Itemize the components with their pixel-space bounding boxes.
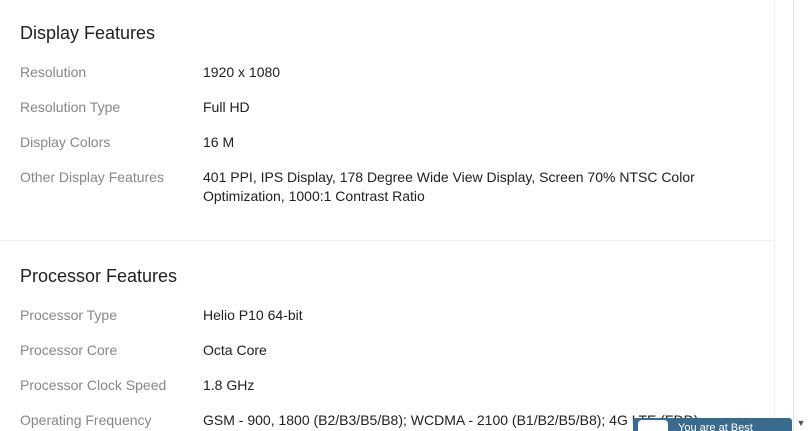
notice-text: You are at Best bbox=[678, 422, 753, 431]
spec-label-processor-core: Processor Core bbox=[20, 342, 118, 358]
spec-value-other-display-features: 401 PPI, IPS Display, 178 Degree Wide Vi… bbox=[203, 169, 695, 204]
section-title-display-features: Display Features bbox=[20, 23, 156, 43]
product-spec-page: Display Features Resolution 1920 x 1080 … bbox=[0, 0, 809, 431]
spec-value-resolution-type: Full HD bbox=[203, 99, 250, 115]
spec-label-processor-type: Processor Type bbox=[20, 307, 118, 323]
chevron-down-icon[interactable]: ▼ bbox=[793, 416, 809, 431]
spec-value-processor-type: Helio P10 64-bit bbox=[203, 307, 303, 323]
spec-label-display-colors: Display Colors bbox=[20, 134, 111, 150]
spec-label-operating-frequency: Operating Frequency bbox=[20, 412, 152, 428]
spec-value-processor-core: Octa Core bbox=[203, 342, 267, 358]
spec-value-display-colors: 16 M bbox=[203, 134, 235, 150]
spec-label-resolution-type: Resolution Type bbox=[20, 99, 121, 115]
spec-label-resolution: Resolution bbox=[20, 64, 87, 80]
page-scrollbar[interactable] bbox=[793, 0, 809, 431]
spec-label-processor-clock-speed: Processor Clock Speed bbox=[20, 377, 167, 393]
section-divider bbox=[0, 240, 775, 241]
notice-banner[interactable]: You are at Best bbox=[633, 418, 792, 431]
section-title-processor-features: Processor Features bbox=[20, 266, 178, 286]
specifications-panel: Display Features Resolution 1920 x 1080 … bbox=[0, 0, 775, 431]
spec-value-resolution: 1920 x 1080 bbox=[203, 64, 281, 80]
chat-icon bbox=[638, 420, 668, 431]
spec-value-processor-clock-speed: 1.8 GHz bbox=[203, 377, 255, 393]
spec-label-other-display-features: Other Display Features bbox=[20, 169, 164, 185]
